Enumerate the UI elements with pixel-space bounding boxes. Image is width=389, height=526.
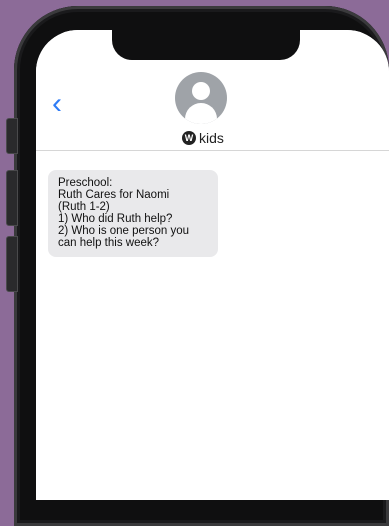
phone-screen: ‹ W kids Preschool: Ruth Cares for Naomi… <box>36 30 389 500</box>
message-line: (Ruth 1-2) <box>58 201 110 213</box>
phone-volume-up-button <box>6 170 18 226</box>
person-icon <box>192 82 210 100</box>
phone-volume-down-button <box>6 236 18 292</box>
message-line: Preschool: <box>58 177 113 189</box>
contact-logo: W <box>182 131 196 145</box>
chevron-left-icon: ‹ <box>52 87 62 120</box>
contact-avatar[interactable] <box>175 72 227 124</box>
message-line: Ruth Cares for Naomi <box>58 189 170 201</box>
phone-side-button <box>6 118 18 154</box>
contact-name-group[interactable]: W kids <box>182 129 224 147</box>
message-line: 1) Who did Ruth help? <box>58 213 173 225</box>
message-bubble[interactable]: Preschool: Ruth Cares for Naomi (Ruth 1-… <box>48 170 218 257</box>
back-button[interactable]: ‹ <box>52 87 76 120</box>
contact-name: kids <box>199 130 224 146</box>
message-line: can help this week? <box>58 237 160 249</box>
phone-notch <box>112 30 300 60</box>
message-line: 2) Who is one person you <box>58 225 190 237</box>
